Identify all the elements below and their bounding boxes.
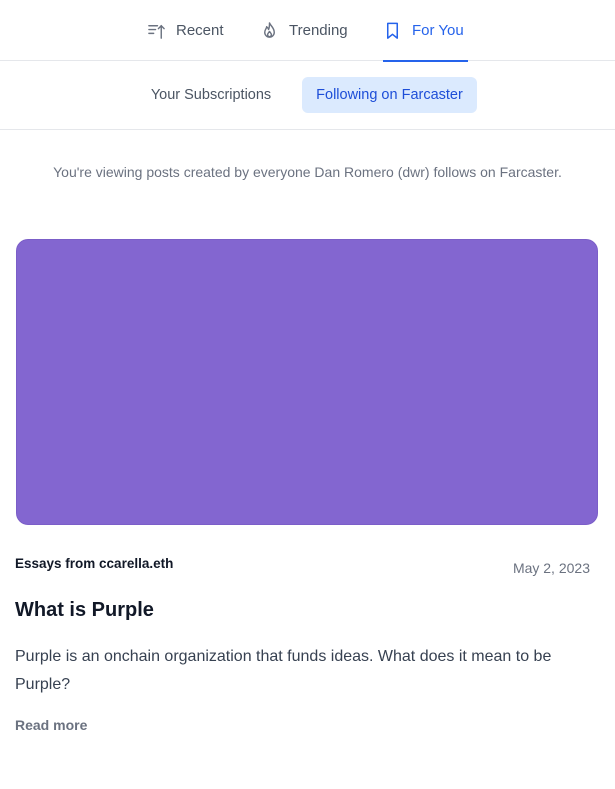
subtab-your-subscriptions[interactable]: Your Subscriptions — [134, 77, 288, 113]
tab-for-you-label: For You — [412, 22, 464, 39]
top-tab-bar: Recent Trending For You — [0, 0, 615, 62]
tab-recent-label: Recent — [176, 22, 224, 39]
post-title[interactable]: What is Purple — [15, 599, 154, 622]
post-meta: Essays from ccarella.eth May 2, 2023 — [15, 556, 590, 576]
tab-trending-label: Trending — [289, 22, 348, 39]
sort-ascending-icon — [148, 24, 165, 39]
post-date: May 2, 2023 — [512, 560, 590, 576]
sub-tab-bar: Your Subscriptions Following on Farcaste… — [0, 61, 615, 130]
tab-trending[interactable]: Trending — [260, 0, 348, 61]
tab-for-you[interactable]: For You — [383, 0, 468, 62]
post-cover-image[interactable] — [16, 239, 598, 525]
fire-icon — [264, 22, 275, 38]
feed-notice: You're viewing posts created by everyone… — [53, 164, 562, 180]
bookmark-icon — [386, 22, 399, 39]
subtab-following-on-farcaster[interactable]: Following on Farcaster — [302, 77, 477, 113]
read-more-link[interactable]: Read more — [15, 717, 87, 733]
post-excerpt: Purple is an onchain organization that f… — [15, 648, 552, 693]
publication-name[interactable]: Essays from ccarella.eth — [15, 556, 173, 571]
tab-recent[interactable]: Recent — [147, 0, 224, 61]
